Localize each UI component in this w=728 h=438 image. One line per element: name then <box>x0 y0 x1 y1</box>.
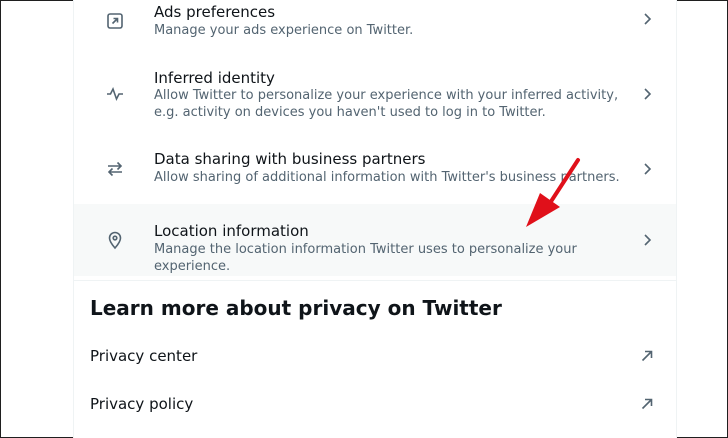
chevron-right-icon <box>640 233 654 247</box>
privacy-center-label: Privacy center <box>90 347 198 365</box>
chevron-right-icon <box>640 12 654 26</box>
privacy-center-link[interactable]: Privacy center <box>74 333 676 381</box>
external-link-icon <box>640 349 654 363</box>
ads-preferences-item[interactable]: Ads preferences Manage your ads experien… <box>74 0 676 54</box>
privacy-policy-label: Privacy policy <box>90 395 194 413</box>
ads-preferences-desc: Manage your ads experience on Twitter. <box>154 23 414 38</box>
chevron-right-icon <box>640 162 654 176</box>
inferred-identity-item[interactable]: Inferred identity Allow Twitter to perso… <box>74 54 676 136</box>
external-box-icon <box>105 11 125 31</box>
location-information-title: Location information <box>154 222 309 240</box>
location-information-desc: Manage the location information Twitter … <box>154 242 577 274</box>
section-divider <box>74 280 676 281</box>
location-pin-icon <box>105 230 125 250</box>
settings-panel: Ads preferences Manage your ads experien… <box>73 0 677 438</box>
privacy-section-heading: Learn more about privacy on Twitter <box>90 296 502 320</box>
data-sharing-desc: Allow sharing of additional information … <box>154 170 620 185</box>
inferred-identity-title: Inferred identity <box>154 69 275 87</box>
external-link-icon <box>640 397 654 411</box>
privacy-policy-link[interactable]: Privacy policy <box>74 381 676 429</box>
location-information-item[interactable]: Location information Manage the location… <box>74 204 676 276</box>
data-sharing-item[interactable]: Data sharing with business partners Allo… <box>74 136 676 204</box>
activity-icon <box>105 84 125 104</box>
chevron-right-icon <box>640 87 654 101</box>
inferred-identity-desc: Allow Twitter to personalize your experi… <box>154 88 619 120</box>
ads-preferences-title: Ads preferences <box>154 3 276 21</box>
swap-arrows-icon <box>105 159 125 179</box>
data-sharing-title: Data sharing with business partners <box>154 150 426 168</box>
